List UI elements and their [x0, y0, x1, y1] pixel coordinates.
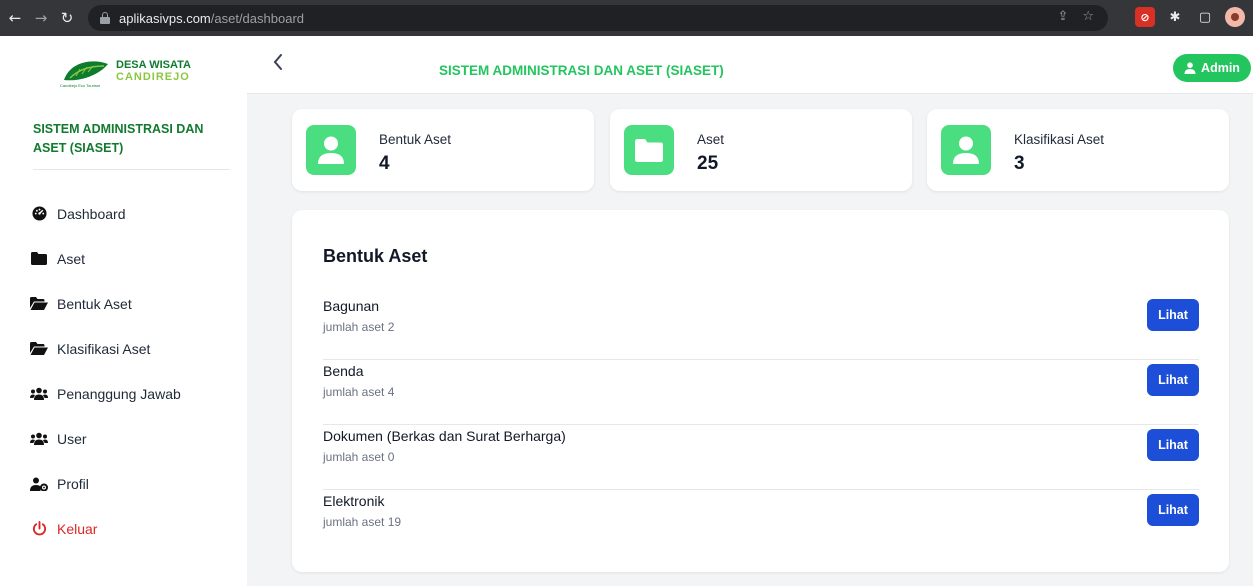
lihat-button[interactable]: Lihat: [1147, 494, 1199, 526]
logo-tagline: Candirejo Eco Tourism: [60, 83, 101, 88]
sidebar-item-keluar[interactable]: Keluar: [30, 506, 181, 551]
sidebar-item-label: Klasifikasi Aset: [57, 340, 151, 357]
leaf-logo-icon: Candirejo Eco Tourism: [60, 56, 112, 88]
reload-icon[interactable]: ↻: [56, 7, 78, 29]
puzzle-icon[interactable]: ✱: [1165, 7, 1185, 27]
bentuk-aset-list: Bagunan jumlah aset 2 Lihat Benda jumlah…: [323, 295, 1199, 555]
panel-title: Bentuk Aset: [323, 246, 428, 266]
folder-open-icon: [30, 297, 48, 310]
sidebar-item-label: Bentuk Aset: [57, 295, 132, 312]
users-icon: [30, 432, 48, 445]
sidebar-item-bentuk-aset[interactable]: Bentuk Aset: [30, 281, 181, 326]
sidebar-menu: Dashboard Aset Bentuk Aset Klasifikasi A…: [30, 191, 181, 551]
dashboard-icon: [30, 206, 48, 221]
forward-arrow-icon[interactable]: →: [30, 7, 52, 29]
stat-value: 3: [1014, 153, 1025, 174]
item-count: jumlah aset 0: [323, 450, 395, 464]
address-bar[interactable]: aplikasivps.com/aset/dashboard ⇪ ☆: [88, 5, 1108, 31]
sidebar-item-label: Dashboard: [57, 205, 126, 222]
admin-button[interactable]: Admin: [1173, 54, 1251, 82]
admin-label: Admin: [1201, 61, 1240, 75]
bookmark-star-icon[interactable]: ☆: [1082, 9, 1094, 24]
stat-label: Aset: [697, 132, 725, 147]
chevron-left-icon[interactable]: [273, 54, 283, 75]
system-title: SISTEM ADMINISTRASI DAN ASET (SIASET): [33, 122, 204, 155]
url-text: aplikasivps.com/aset/dashboard: [119, 10, 304, 26]
extension-icon[interactable]: ⊘: [1135, 7, 1155, 27]
logo-line-1: DESA WISATA: [116, 59, 191, 71]
list-item: Bagunan jumlah aset 2 Lihat: [323, 295, 1199, 360]
item-count: jumlah aset 19: [323, 515, 402, 529]
user-icon: [1184, 62, 1196, 74]
lock-icon: [100, 12, 110, 24]
item-count: jumlah aset 2: [323, 320, 395, 334]
sidebar-item-label: User: [57, 430, 87, 447]
stat-card-klasifikasi-aset: Klasifikasi Aset 3: [927, 109, 1229, 191]
sidebar-item-penanggung-jawab[interactable]: Penanggung Jawab: [30, 371, 181, 416]
sidebar-divider: [33, 169, 230, 170]
top-header: SISTEM ADMINISTRASI DAN ASET (SIASET) Ad…: [247, 36, 1253, 94]
user-cog-icon: [30, 477, 48, 491]
user-icon: [306, 125, 356, 175]
page-title: SISTEM ADMINISTRASI DAN ASET (SIASET): [439, 63, 724, 78]
sidebar: Candirejo Eco Tourism DESA WISATA CANDIR…: [0, 36, 247, 586]
sidebar-item-label: Keluar: [57, 520, 98, 537]
browser-toolbar: ← → ↻ aplikasivps.com/aset/dashboard ⇪ ☆…: [0, 0, 1253, 36]
bentuk-aset-panel: Bentuk Aset Bagunan jumlah aset 2 Lihat …: [292, 210, 1229, 572]
sidebar-item-label: Aset: [57, 250, 86, 267]
stat-card-aset: Aset 25: [610, 109, 912, 191]
sidebar-item-label: Profil: [57, 475, 89, 492]
item-count: jumlah aset 4: [323, 385, 395, 399]
list-item: Benda jumlah aset 4 Lihat: [323, 360, 1199, 425]
profile-avatar-icon[interactable]: [1225, 7, 1245, 27]
item-name: Bagunan: [323, 298, 380, 314]
logo-line-2: CANDIREJO: [116, 71, 190, 83]
sidebar-item-klasifikasi-aset[interactable]: Klasifikasi Aset: [30, 326, 181, 371]
lihat-button[interactable]: Lihat: [1147, 364, 1199, 396]
list-item: Elektronik jumlah aset 19 Lihat: [323, 490, 1199, 555]
stat-label: Klasifikasi Aset: [1014, 132, 1105, 147]
sidebar-item-profil[interactable]: Profil: [30, 461, 181, 506]
folder-icon: [30, 252, 48, 265]
logo[interactable]: Candirejo Eco Tourism DESA WISATA CANDIR…: [60, 56, 191, 88]
list-item: Dokumen (Berkas dan Surat Berharga) juml…: [323, 425, 1199, 490]
stat-value: 4: [379, 153, 390, 174]
folder-open-icon: [30, 342, 48, 355]
stat-value: 25: [697, 153, 719, 174]
sidebar-item-dashboard[interactable]: Dashboard: [30, 191, 181, 236]
sidebar-item-user[interactable]: User: [30, 416, 181, 461]
side-panel-icon[interactable]: ▢: [1195, 7, 1215, 27]
power-icon: [30, 521, 48, 536]
item-name: Dokumen (Berkas dan Surat Berharga): [323, 428, 566, 444]
users-icon: [30, 387, 48, 400]
item-name: Benda: [323, 363, 364, 379]
stat-label: Bentuk Aset: [379, 132, 452, 147]
sidebar-item-label: Penanggung Jawab: [57, 385, 181, 402]
lihat-button[interactable]: Lihat: [1147, 429, 1199, 461]
user-icon: [941, 125, 991, 175]
folder-icon: [624, 125, 674, 175]
share-icon[interactable]: ⇪: [1057, 9, 1068, 24]
back-arrow-icon[interactable]: ←: [4, 7, 26, 29]
sidebar-item-aset[interactable]: Aset: [30, 236, 181, 281]
stat-card-bentuk-aset: Bentuk Aset 4: [292, 109, 594, 191]
lihat-button[interactable]: Lihat: [1147, 299, 1199, 331]
item-name: Elektronik: [323, 493, 385, 509]
